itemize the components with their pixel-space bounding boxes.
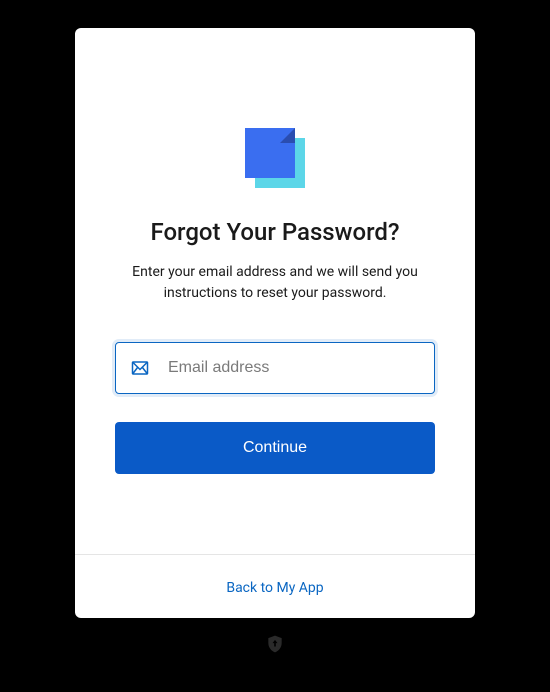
email-icon [131, 359, 149, 377]
email-input[interactable] [115, 342, 435, 394]
app-logo-icon [245, 128, 305, 188]
card-main: Forgot Your Password? Enter your email a… [75, 28, 475, 554]
reset-password-card: Forgot Your Password? Enter your email a… [75, 28, 475, 618]
back-link[interactable]: Back to My App [226, 580, 323, 596]
card-footer: Back to My App [75, 554, 475, 618]
email-input-wrapper [115, 342, 435, 394]
continue-button[interactable]: Continue [115, 422, 435, 474]
provider-badge-icon [265, 634, 285, 654]
page-subtitle: Enter your email address and we will sen… [125, 262, 425, 304]
page-title: Forgot Your Password? [150, 218, 399, 246]
